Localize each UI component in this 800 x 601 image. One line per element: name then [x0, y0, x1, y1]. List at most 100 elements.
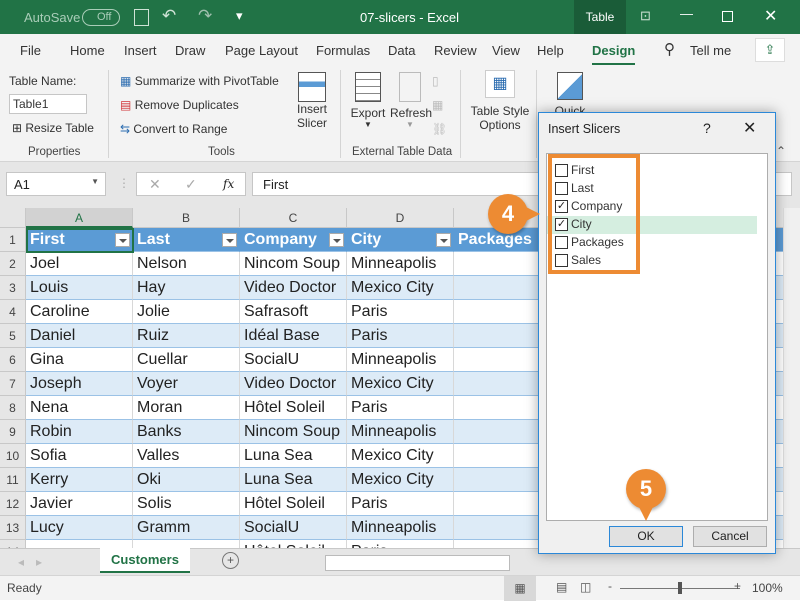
ribbon-display-icon[interactable]: ⊡ [640, 8, 651, 24]
row-header[interactable]: 13 [0, 516, 26, 540]
checkbox-unchecked[interactable] [555, 254, 568, 267]
table-cell[interactable]: Nincom Soup [240, 252, 347, 276]
row-header[interactable]: 6 [0, 348, 26, 372]
table-cell[interactable]: Moran [133, 396, 240, 420]
table-cell[interactable]: Paris [347, 396, 454, 420]
cancel-icon[interactable]: ✕ [149, 176, 161, 193]
table-cell[interactable]: Paris [347, 300, 454, 324]
tab-view[interactable]: View [492, 43, 520, 58]
table-cell[interactable]: Oki [133, 468, 240, 492]
table-header-cell[interactable]: Last [133, 228, 240, 252]
table-cell[interactable]: Kerry [26, 468, 133, 492]
row-header[interactable]: 2 [0, 252, 26, 276]
table-cell[interactable]: SocialU [240, 348, 347, 372]
slicer-field-item[interactable]: ✓ City [547, 216, 757, 234]
table-cell[interactable]: Mexico City [347, 468, 454, 492]
row-header[interactable]: 10 [0, 444, 26, 468]
table-cell[interactable]: Jolie [133, 300, 240, 324]
zoom-in-button[interactable]: + [734, 579, 741, 593]
close-button[interactable]: ✕ [764, 6, 777, 26]
table-cell[interactable]: Hôtel Soleil [240, 540, 347, 548]
table-cell[interactable]: Joel [26, 252, 133, 276]
table-cell[interactable] [133, 540, 240, 548]
tab-home[interactable]: Home [70, 43, 105, 58]
page-layout-view-icon[interactable]: ▤ [556, 580, 567, 594]
row-header[interactable]: 11 [0, 468, 26, 492]
tab-data[interactable]: Data [388, 43, 415, 58]
page-break-view-icon[interactable]: ◫ [580, 580, 591, 594]
table-cell[interactable]: SocialU [240, 516, 347, 540]
cancel-button[interactable]: Cancel [693, 526, 767, 547]
tab-page-layout[interactable]: Page Layout [225, 43, 298, 58]
column-header-b[interactable]: B [133, 208, 240, 228]
table-cell[interactable]: Safrasoft [240, 300, 347, 324]
filter-dropdown-button[interactable] [329, 233, 344, 247]
table-cell[interactable]: Louis [26, 276, 133, 300]
sheet-tab-customers[interactable]: Customers [100, 548, 190, 573]
filter-dropdown-button[interactable] [222, 233, 237, 247]
collapse-ribbon-icon[interactable]: ⌃ [776, 144, 786, 158]
checkbox-unchecked[interactable] [555, 164, 568, 177]
table-style-options-button[interactable]: ▦ Table Style Options [470, 70, 530, 132]
table-cell[interactable]: Ruiz [133, 324, 240, 348]
checkbox-checked[interactable]: ✓ [555, 200, 568, 213]
customize-qat-icon[interactable]: ▾ [236, 8, 243, 24]
table-cell[interactable]: Luna Sea [240, 444, 347, 468]
table-cell[interactable]: Solis [133, 492, 240, 516]
table-cell[interactable]: Valles [133, 444, 240, 468]
slicer-field-item[interactable]: Last [547, 180, 757, 198]
table-cell[interactable]: Paris [347, 492, 454, 516]
table-cell[interactable]: Minneapolis [347, 420, 454, 444]
table-cell[interactable]: Gina [26, 348, 133, 372]
tab-insert[interactable]: Insert [124, 43, 157, 58]
table-cell[interactable]: Banks [133, 420, 240, 444]
share-icon[interactable]: ⇪ [755, 38, 785, 62]
table-cell[interactable]: Minneapolis [347, 252, 454, 276]
tab-help[interactable]: Help [537, 43, 564, 58]
checkbox-unchecked[interactable] [555, 182, 568, 195]
close-dialog-button[interactable]: ✕ [743, 118, 756, 138]
tell-me-box[interactable]: Tell me [690, 43, 731, 58]
tab-formulas[interactable]: Formulas [316, 43, 370, 58]
table-cell[interactable]: Hôtel Soleil [240, 396, 347, 420]
select-all-corner[interactable] [0, 208, 26, 228]
table-cell[interactable]: Nena [26, 396, 133, 420]
row-header[interactable]: 12 [0, 492, 26, 516]
maximize-button[interactable] [722, 11, 733, 22]
ok-button[interactable]: OK [609, 526, 683, 547]
row-header[interactable]: 5 [0, 324, 26, 348]
table-header-cell[interactable]: First [26, 228, 133, 252]
horizontal-scrollbar[interactable] [325, 555, 510, 571]
tab-design[interactable]: Design [592, 43, 636, 65]
zoom-slider-thumb[interactable] [678, 582, 682, 594]
table-cell[interactable] [26, 540, 133, 548]
table-cell[interactable]: Video Doctor [240, 276, 347, 300]
table-cell[interactable]: Caroline [26, 300, 133, 324]
convert-to-range-button[interactable]: ⇆ Convert to Range [120, 122, 227, 136]
table-cell[interactable]: Minneapolis [347, 516, 454, 540]
redo-icon[interactable]: ↷ [198, 6, 212, 26]
export-button[interactable]: Export ▼ [350, 72, 386, 129]
save-icon[interactable] [134, 9, 149, 26]
table-cell[interactable]: Minneapolis [347, 348, 454, 372]
row-header[interactable]: 14 [0, 540, 26, 548]
table-cell[interactable]: Video Doctor [240, 372, 347, 396]
tab-review[interactable]: Review [434, 43, 477, 58]
table-cell[interactable]: Gramm [133, 516, 240, 540]
column-header-d[interactable]: D [347, 208, 454, 228]
table-cell[interactable]: Javier [26, 492, 133, 516]
resize-table-button[interactable]: ⊞ Resize Table [12, 121, 94, 135]
column-header-c[interactable]: C [240, 208, 347, 228]
table-cell[interactable]: Robin [26, 420, 133, 444]
table-cell[interactable]: Paris [347, 540, 454, 548]
insert-slicer-button[interactable]: Insert Slicer [292, 72, 332, 130]
drag-handle[interactable]: ⋮ [118, 176, 130, 190]
tab-file[interactable]: File [20, 43, 41, 58]
slicer-field-item[interactable]: Packages [547, 234, 757, 252]
autosave-toggle[interactable]: Off [82, 9, 120, 26]
row-header[interactable]: 1 [0, 228, 26, 252]
table-cell[interactable]: Paris [347, 324, 454, 348]
scroll-left-icon[interactable]: ◂ [18, 555, 24, 569]
summarize-pivottable-button[interactable]: ▦ Summarize with PivotTable [120, 74, 279, 88]
vertical-scrollbar[interactable] [783, 208, 800, 548]
